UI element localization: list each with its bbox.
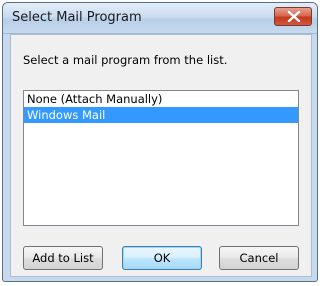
ok-button[interactable]: OK	[122, 246, 202, 270]
select-mail-program-dialog: Select Mail Program Select a mail progra…	[2, 2, 318, 282]
instruction-text: Select a mail program from the list.	[23, 53, 228, 67]
close-button[interactable]	[274, 7, 312, 26]
cancel-button[interactable]: Cancel	[219, 246, 299, 270]
close-icon	[287, 11, 301, 22]
list-item-selected[interactable]: Windows Mail	[24, 107, 298, 123]
window-title: Select Mail Program	[12, 10, 142, 25]
list-item[interactable]: None (Attach Manually)	[24, 91, 298, 107]
dialog-body: Select a mail program from the list. Non…	[10, 34, 312, 277]
add-to-list-button[interactable]: Add to List	[23, 246, 103, 270]
title-bar[interactable]: Select Mail Program	[3, 3, 317, 34]
mail-program-list[interactable]: None (Attach Manually) Windows Mail	[23, 90, 299, 226]
